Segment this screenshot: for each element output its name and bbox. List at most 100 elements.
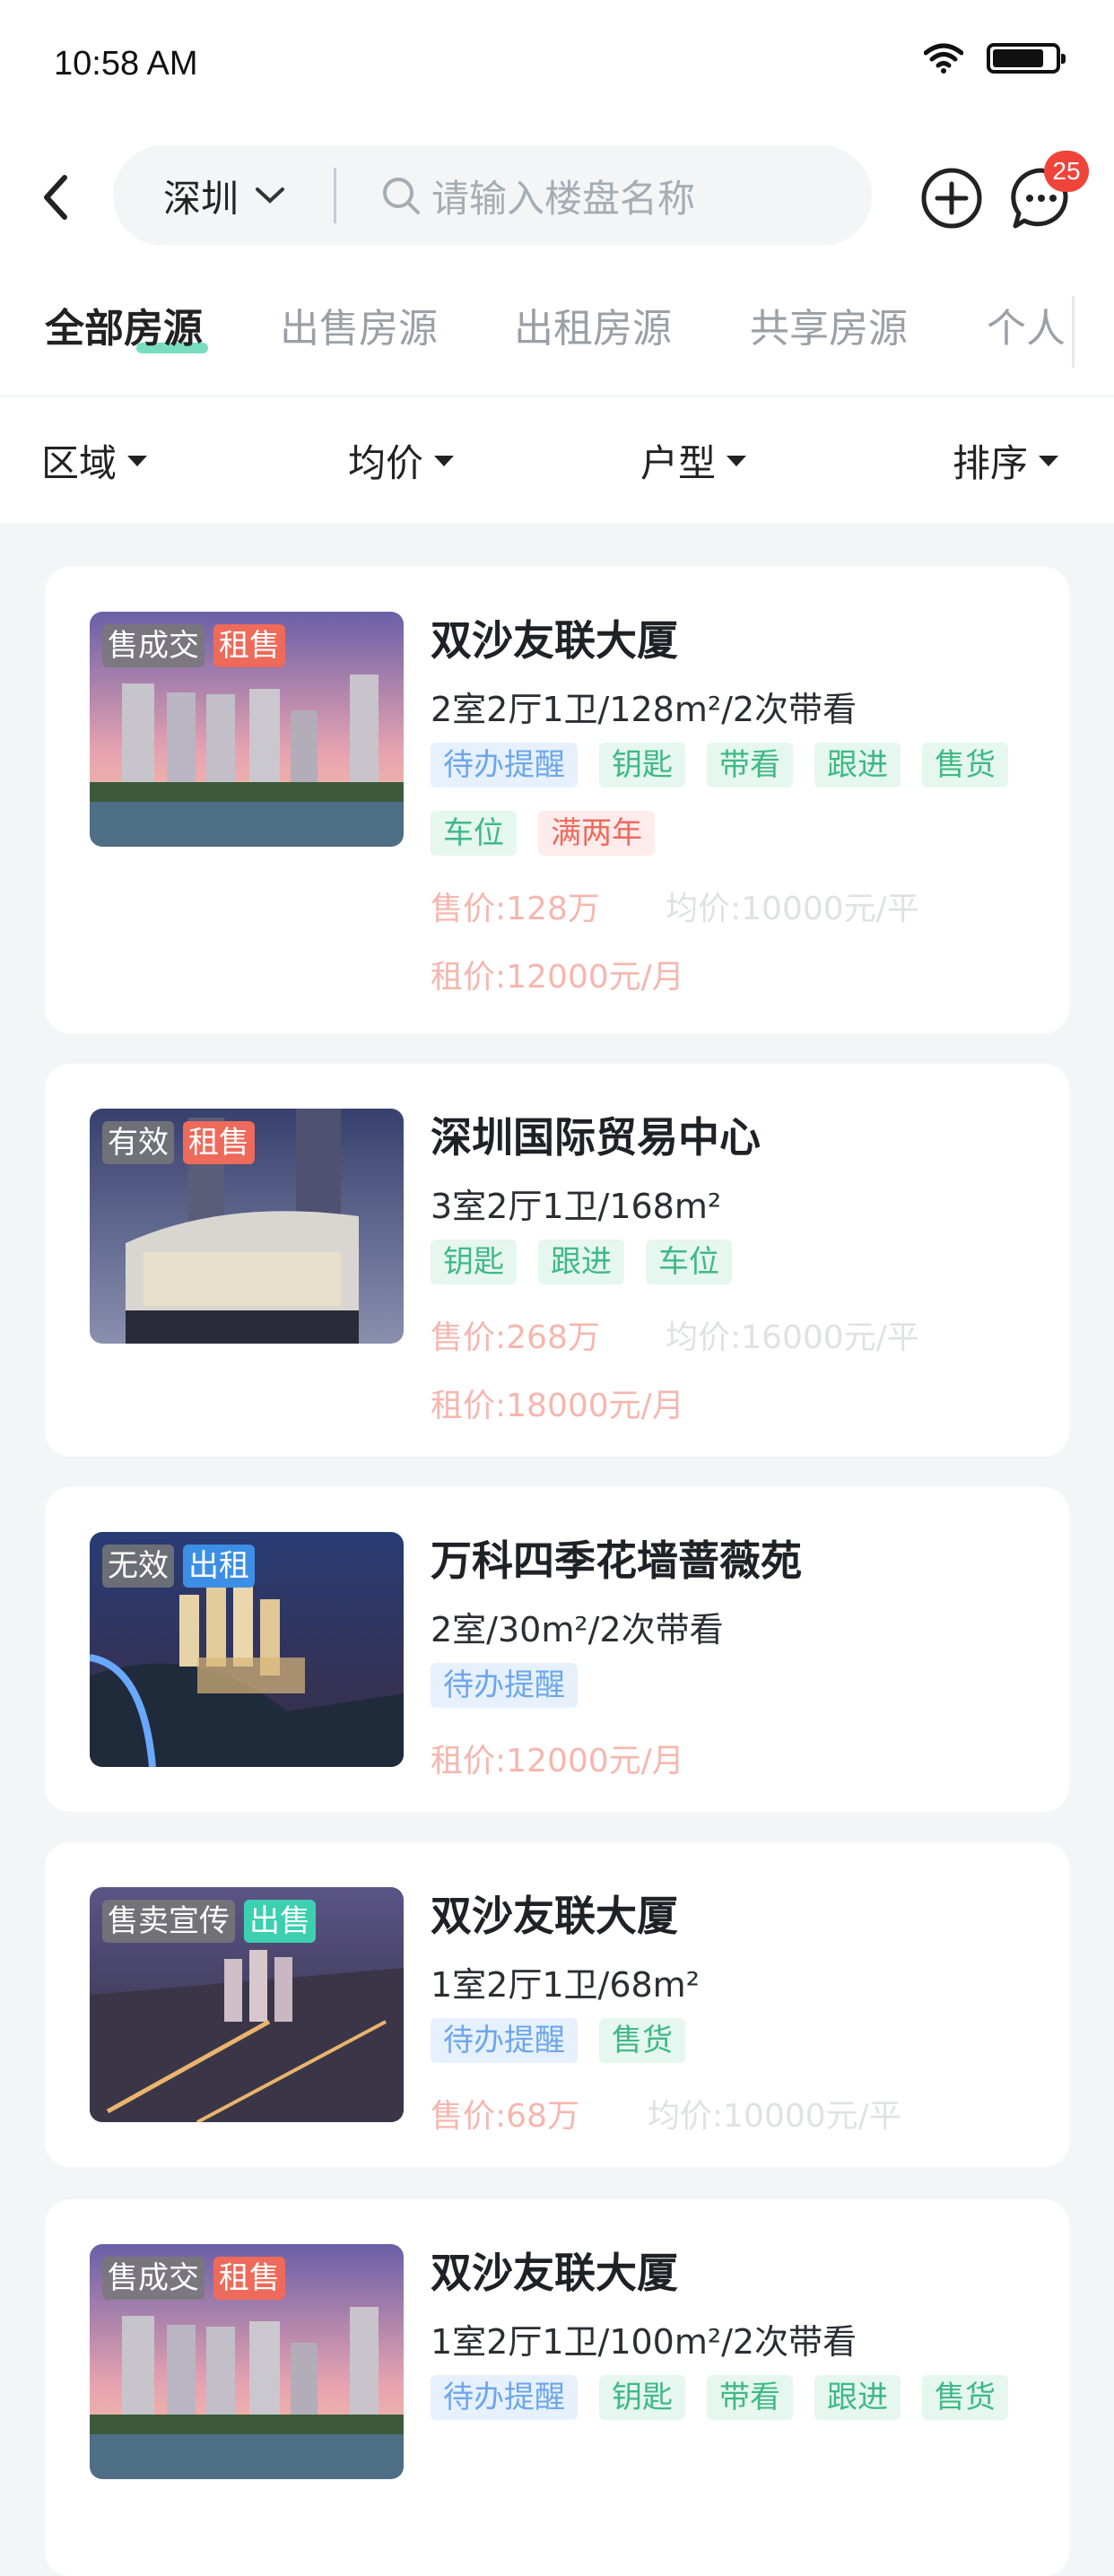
- wifi-icon: [924, 43, 963, 74]
- listing-title: 深圳国际贸易中心: [431, 1113, 761, 1162]
- avg-price: 均价:16000元/平: [666, 1319, 919, 1356]
- listing-card[interactable]: 售成交 租售 双沙友联大厦 1室2厅1卫/100m²/2次带看 待办提醒 钥匙 带…: [45, 2199, 1069, 2576]
- tag: 售货: [599, 2018, 685, 2063]
- rent-price: 租价:18000元/月: [431, 1388, 684, 1424]
- caret-down-icon: [127, 455, 148, 466]
- tag: 待办提醒: [431, 743, 578, 788]
- listing-card[interactable]: 售卖宣传 出售 双沙友联大厦 1室2厅1卫/68m² 待办提醒 售货 售价:68万…: [45, 1842, 1069, 2167]
- filter-sort-label: 排序: [953, 441, 1029, 485]
- search-bar[interactable]: 深圳 请输入楼盘名称: [113, 145, 872, 246]
- price-row: 租价:18000元/月: [431, 1379, 684, 1426]
- tag: 带看: [707, 743, 793, 788]
- listing-photo: 无效 出租: [90, 1532, 404, 1767]
- tag-row: 待办提醒 售货: [431, 2018, 685, 2063]
- type-tag: 租售: [213, 2257, 285, 2300]
- caret-down-icon: [434, 455, 455, 466]
- listing-title: 双沙友联大厦: [431, 2249, 678, 2297]
- listing-photo: 售成交 租售: [90, 2244, 404, 2479]
- filter-region[interactable]: 区域: [41, 433, 148, 488]
- caret-down-icon: [727, 455, 747, 466]
- tag-row: 钥匙 跟进 车位: [431, 1240, 732, 1284]
- avg-price: 均价:10000元/平: [666, 891, 919, 927]
- tag: 跟进: [814, 743, 901, 788]
- avg-price: 均价:10000元/平: [648, 2098, 901, 2135]
- listing-spec: 2室/30m²/2次带看: [431, 1610, 724, 1649]
- tag-row: 待办提醒 钥匙 带看 跟进 售货: [431, 2375, 1008, 2420]
- back-icon[interactable]: [39, 170, 72, 224]
- tag: 钥匙: [599, 2375, 685, 2420]
- sale-price: 售价:68万: [431, 2098, 579, 2135]
- search-input[interactable]: 请输入楼盘名称: [431, 169, 695, 223]
- city-label: 深圳: [163, 176, 239, 221]
- listing-card[interactable]: 无效 出租 万科四季花墙蔷薇苑 2室/30m²/2次带看 待办提醒 租价:1200…: [45, 1487, 1069, 1812]
- listing-title: 双沙友联大厦: [431, 1892, 678, 1940]
- tab-personal[interactable]: 个人: [987, 296, 1066, 353]
- tag: 满两年: [538, 811, 655, 856]
- top-bar: 10:58 AM 深圳 请输入楼盘名称 25 全部房源 出售房源 出租房源 共享…: [0, 0, 1114, 395]
- rent-price: 租价:12000元/月: [431, 1743, 684, 1780]
- tag: 带看: [707, 2375, 793, 2420]
- tag: 待办提醒: [431, 2375, 578, 2420]
- add-icon[interactable]: [920, 167, 983, 230]
- listing-photo: 售卖宣传 出售: [90, 1887, 404, 2122]
- tab-rent[interactable]: 出租房源: [514, 296, 672, 353]
- type-tag: 出租: [183, 1545, 255, 1588]
- type-tag: 出售: [244, 1900, 316, 1943]
- tag: 待办提醒: [431, 1663, 578, 1708]
- listing-photo: 有效 租售: [90, 1109, 404, 1344]
- message-badge: 25: [1044, 151, 1089, 192]
- status-tag: 售卖宣传: [102, 1900, 235, 1943]
- filter-bar: 区域 均价 户型 排序: [0, 397, 1114, 523]
- type-tag: 租售: [213, 624, 285, 667]
- listing-title: 双沙友联大厦: [431, 616, 678, 665]
- tag: 钥匙: [431, 1240, 517, 1284]
- tag: 跟进: [814, 2375, 901, 2420]
- tab-shared[interactable]: 共享房源: [750, 296, 908, 353]
- sale-price: 售价:268万: [431, 1319, 600, 1356]
- filter-layout[interactable]: 户型: [640, 433, 747, 488]
- rent-price: 租价:12000元/月: [431, 959, 684, 996]
- listing-card[interactable]: 售成交 租售 双沙友联大厦 2室2厅1卫/128m²/2次带看 待办提醒 钥匙 带…: [45, 567, 1069, 1033]
- sale-price: 售价:128万: [431, 891, 600, 927]
- tab-scroll-fade: [1060, 260, 1114, 386]
- status-tag: 有效: [102, 1121, 174, 1164]
- listing-photo: 售成交 租售: [90, 612, 404, 847]
- status-time: 10:58 AM: [54, 45, 198, 83]
- filter-avg-price[interactable]: 均价: [348, 433, 455, 488]
- tag: 车位: [646, 1240, 732, 1284]
- listing-card[interactable]: 有效 租售 深圳国际贸易中心 3室2厅1卫/168m² 钥匙 跟进 车位 售价:2…: [45, 1064, 1069, 1457]
- filter-layout-label: 户型: [640, 441, 717, 485]
- listing-spec: 2室2厅1卫/128m²/2次带看: [431, 690, 857, 729]
- city-selector[interactable]: 深圳: [163, 169, 285, 223]
- price-row: 租价:12000元/月: [431, 951, 684, 997]
- search-icon: [383, 178, 421, 214]
- tag: 售货: [922, 2375, 1008, 2420]
- tag-row: 待办提醒 钥匙 带看 跟进 售货: [431, 743, 1008, 788]
- tag-row: 车位 满两年: [431, 811, 655, 856]
- search-divider: [334, 168, 337, 223]
- caret-down-icon: [1039, 455, 1059, 466]
- filter-avg-price-label: 均价: [348, 441, 424, 485]
- listing-spec: 3室2厅1卫/168m²: [431, 1187, 722, 1226]
- price-row: 售价:68万 均价:10000元/平: [431, 2090, 901, 2137]
- filter-sort[interactable]: 排序: [953, 433, 1059, 488]
- type-tag: 租售: [183, 1121, 255, 1164]
- tag: 售货: [922, 743, 1008, 788]
- tab-bar: 全部房源 出售房源 出租房源 共享房源 个人: [0, 296, 1114, 386]
- tag: 待办提醒: [431, 2018, 578, 2063]
- price-row: 租价:12000元/月: [431, 1735, 684, 1781]
- price-row: 售价:268万 均价:16000元/平: [431, 1311, 919, 1358]
- tag: 钥匙: [599, 743, 685, 788]
- filter-region-label: 区域: [41, 441, 117, 485]
- listing-spec: 1室2厅1卫/100m²/2次带看: [431, 2322, 857, 2362]
- status-icons: [924, 43, 1066, 74]
- listing-spec: 1室2厅1卫/68m²: [431, 1965, 700, 2005]
- tag-row: 待办提醒: [431, 1663, 578, 1708]
- price-row: 售价:128万 均价:10000元/平: [431, 883, 919, 929]
- tab-sale[interactable]: 出售房源: [280, 296, 438, 353]
- battery-icon: [987, 43, 1066, 74]
- tab-all[interactable]: 全部房源: [45, 296, 203, 353]
- status-tag: 售成交: [102, 624, 205, 667]
- status-tag: 售成交: [102, 2257, 205, 2300]
- tag: 跟进: [538, 1240, 624, 1284]
